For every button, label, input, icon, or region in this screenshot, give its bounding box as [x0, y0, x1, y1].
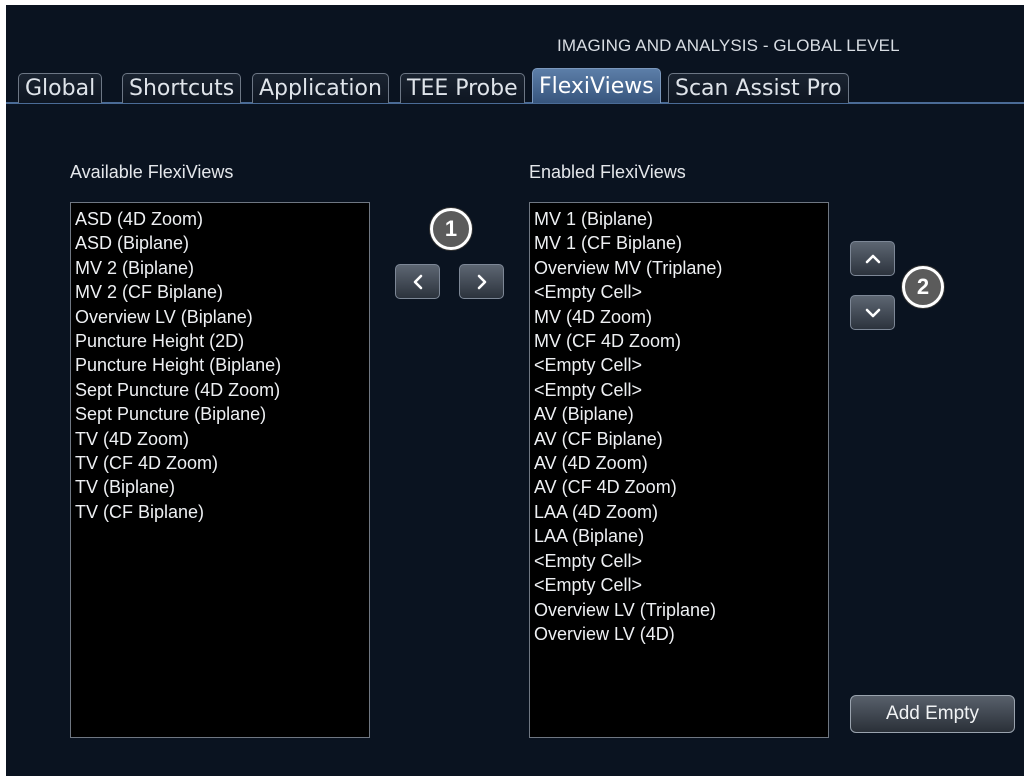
- enabled-flexiview-item[interactable]: AV (4D Zoom): [534, 451, 824, 475]
- enabled-flexiview-item[interactable]: AV (Biplane): [534, 402, 824, 426]
- chevron-right-icon: [477, 274, 486, 289]
- tab-flexiviews[interactable]: FlexiViews: [532, 68, 661, 103]
- tab-scan-assist-pro[interactable]: Scan Assist Pro: [668, 73, 849, 103]
- enabled-flexiview-item[interactable]: Overview MV (Triplane): [534, 256, 824, 280]
- available-flexiview-item[interactable]: ASD (Biplane): [75, 231, 365, 255]
- available-flexiview-item[interactable]: TV (CF 4D Zoom): [75, 451, 365, 475]
- enabled-flexiview-item[interactable]: MV (CF 4D Zoom): [534, 329, 824, 353]
- callout-2-badge: 2: [902, 266, 944, 308]
- available-flexiview-item[interactable]: Sept Puncture (Biplane): [75, 402, 365, 426]
- enabled-flexiview-item[interactable]: Overview LV (4D): [534, 622, 824, 646]
- enabled-flexiview-item[interactable]: MV 1 (CF Biplane): [534, 231, 824, 255]
- enabled-flexiview-item[interactable]: LAA (Biplane): [534, 524, 824, 548]
- move-left-button[interactable]: [395, 264, 440, 299]
- page-title: IMAGING AND ANALYSIS - GLOBAL LEVEL: [557, 36, 900, 55]
- move-right-button[interactable]: [459, 264, 504, 299]
- chevron-up-icon: [865, 254, 880, 263]
- available-flexiview-item[interactable]: MV 2 (Biplane): [75, 256, 365, 280]
- enabled-flexiviews-label: Enabled FlexiViews: [529, 162, 686, 182]
- enabled-flexiview-item[interactable]: AV (CF Biplane): [534, 427, 824, 451]
- available-flexiview-item[interactable]: TV (CF Biplane): [75, 500, 365, 524]
- available-flexiview-item[interactable]: Sept Puncture (4D Zoom): [75, 378, 365, 402]
- available-flexiview-item[interactable]: TV (Biplane): [75, 475, 365, 499]
- available-flexiview-item[interactable]: Overview LV (Biplane): [75, 305, 365, 329]
- enabled-flexiviews-list[interactable]: MV 1 (Biplane) MV 1 (CF Biplane) Overview …: [529, 202, 829, 738]
- tab-application[interactable]: Application: [252, 73, 389, 103]
- available-flexiviews-list[interactable]: ASD (4D Zoom) ASD (Biplane) MV 2 (Biplane)…: [70, 202, 370, 738]
- available-flexiview-item[interactable]: TV (4D Zoom): [75, 427, 365, 451]
- available-flexiview-item[interactable]: ASD (4D Zoom): [75, 207, 365, 231]
- tab-shortcuts[interactable]: Shortcuts: [122, 73, 242, 103]
- enabled-flexiview-item[interactable]: MV 1 (Biplane): [534, 207, 824, 231]
- available-flexiviews-label: Available FlexiViews: [70, 162, 234, 182]
- available-flexiview-item[interactable]: MV 2 (CF Biplane): [75, 280, 365, 304]
- move-up-button[interactable]: [850, 241, 895, 276]
- enabled-flexiview-item[interactable]: Overview LV (Triplane): [534, 598, 824, 622]
- enabled-flexiview-item[interactable]: <Empty Cell>: [534, 280, 824, 304]
- flexiviews-config-screen: IMAGING AND ANALYSIS - GLOBAL LEVEL Glob…: [6, 5, 1024, 776]
- chevron-left-icon: [413, 274, 422, 289]
- enabled-flexiview-item[interactable]: <Empty Cell>: [534, 353, 824, 377]
- enabled-flexiview-item[interactable]: <Empty Cell>: [534, 549, 824, 573]
- enabled-flexiview-item[interactable]: <Empty Cell>: [534, 573, 824, 597]
- add-empty-button[interactable]: Add Empty: [850, 695, 1015, 733]
- move-down-button[interactable]: [850, 295, 895, 330]
- tab-global[interactable]: Global: [18, 73, 103, 103]
- available-flexiview-item[interactable]: Puncture Height (Biplane): [75, 353, 365, 377]
- available-flexiview-item[interactable]: Puncture Height (2D): [75, 329, 365, 353]
- enabled-flexiview-item[interactable]: MV (4D Zoom): [534, 305, 824, 329]
- enabled-flexiview-item[interactable]: AV (CF 4D Zoom): [534, 475, 824, 499]
- tab-tee-probe[interactable]: TEE Probe: [400, 73, 525, 103]
- enabled-flexiview-item[interactable]: LAA (4D Zoom): [534, 500, 824, 524]
- chevron-down-icon: [865, 308, 880, 317]
- callout-1-badge: 1: [430, 208, 472, 250]
- enabled-flexiview-item[interactable]: <Empty Cell>: [534, 378, 824, 402]
